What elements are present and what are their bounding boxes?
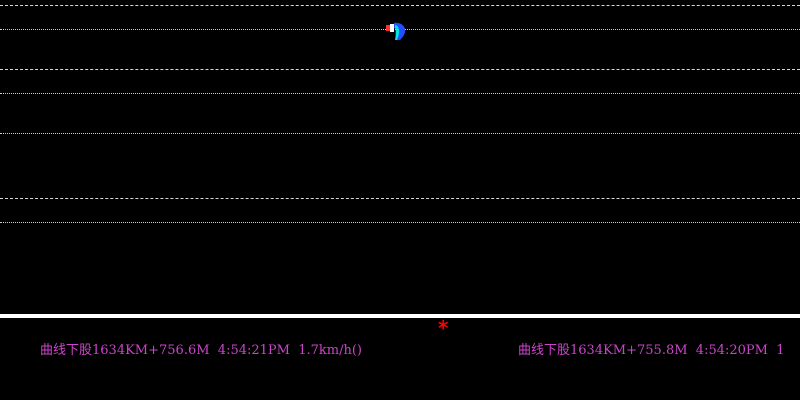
waveform-signal-blob	[386, 22, 406, 40]
status-band	[0, 318, 800, 400]
position-marker: *	[438, 316, 449, 340]
grid-line	[0, 133, 800, 134]
grid-line	[0, 93, 800, 94]
grid-line	[0, 222, 800, 223]
signal-white-trace	[390, 24, 394, 32]
mileage-record: 曲线下股1634KM+755.8M 4:54:20PM 1	[518, 343, 785, 358]
waveform-plot-area	[0, 0, 800, 314]
grid-line	[0, 198, 800, 199]
grid-line	[0, 69, 800, 70]
mileage-record: 曲线下股1634KM+756.6M 4:54:21PM 1.7km/h()	[40, 343, 363, 358]
grid-line	[0, 5, 800, 6]
signal-red-trace	[386, 25, 390, 31]
